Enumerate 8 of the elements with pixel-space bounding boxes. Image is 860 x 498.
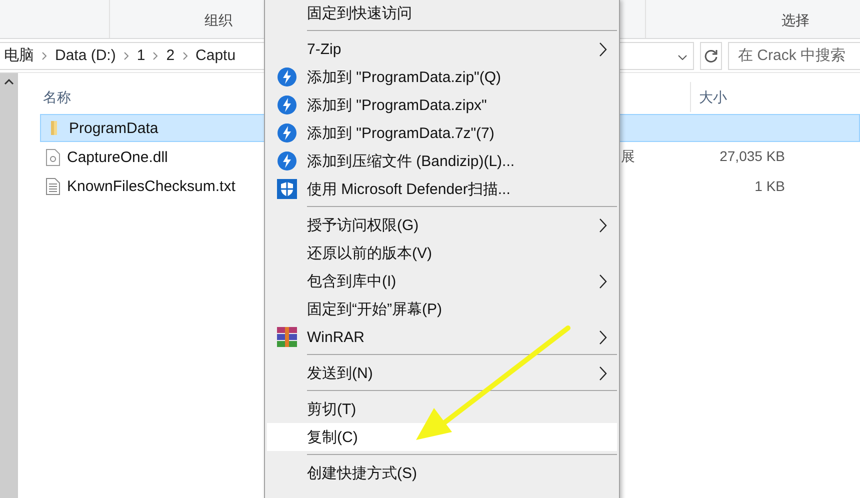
ribbon-group-label: 组织 (204, 12, 232, 30)
file-name: CaptureOne.dll (67, 148, 168, 166)
file-type: 展 (621, 148, 635, 166)
file-size: 1 KB (754, 178, 785, 194)
file-size: 27,035 KB (720, 148, 785, 166)
ribbon-group-label: 选择 (782, 12, 810, 30)
file-name: KnownFilesChecksum.txt (67, 178, 236, 194)
file-name: ProgramData (69, 120, 158, 136)
